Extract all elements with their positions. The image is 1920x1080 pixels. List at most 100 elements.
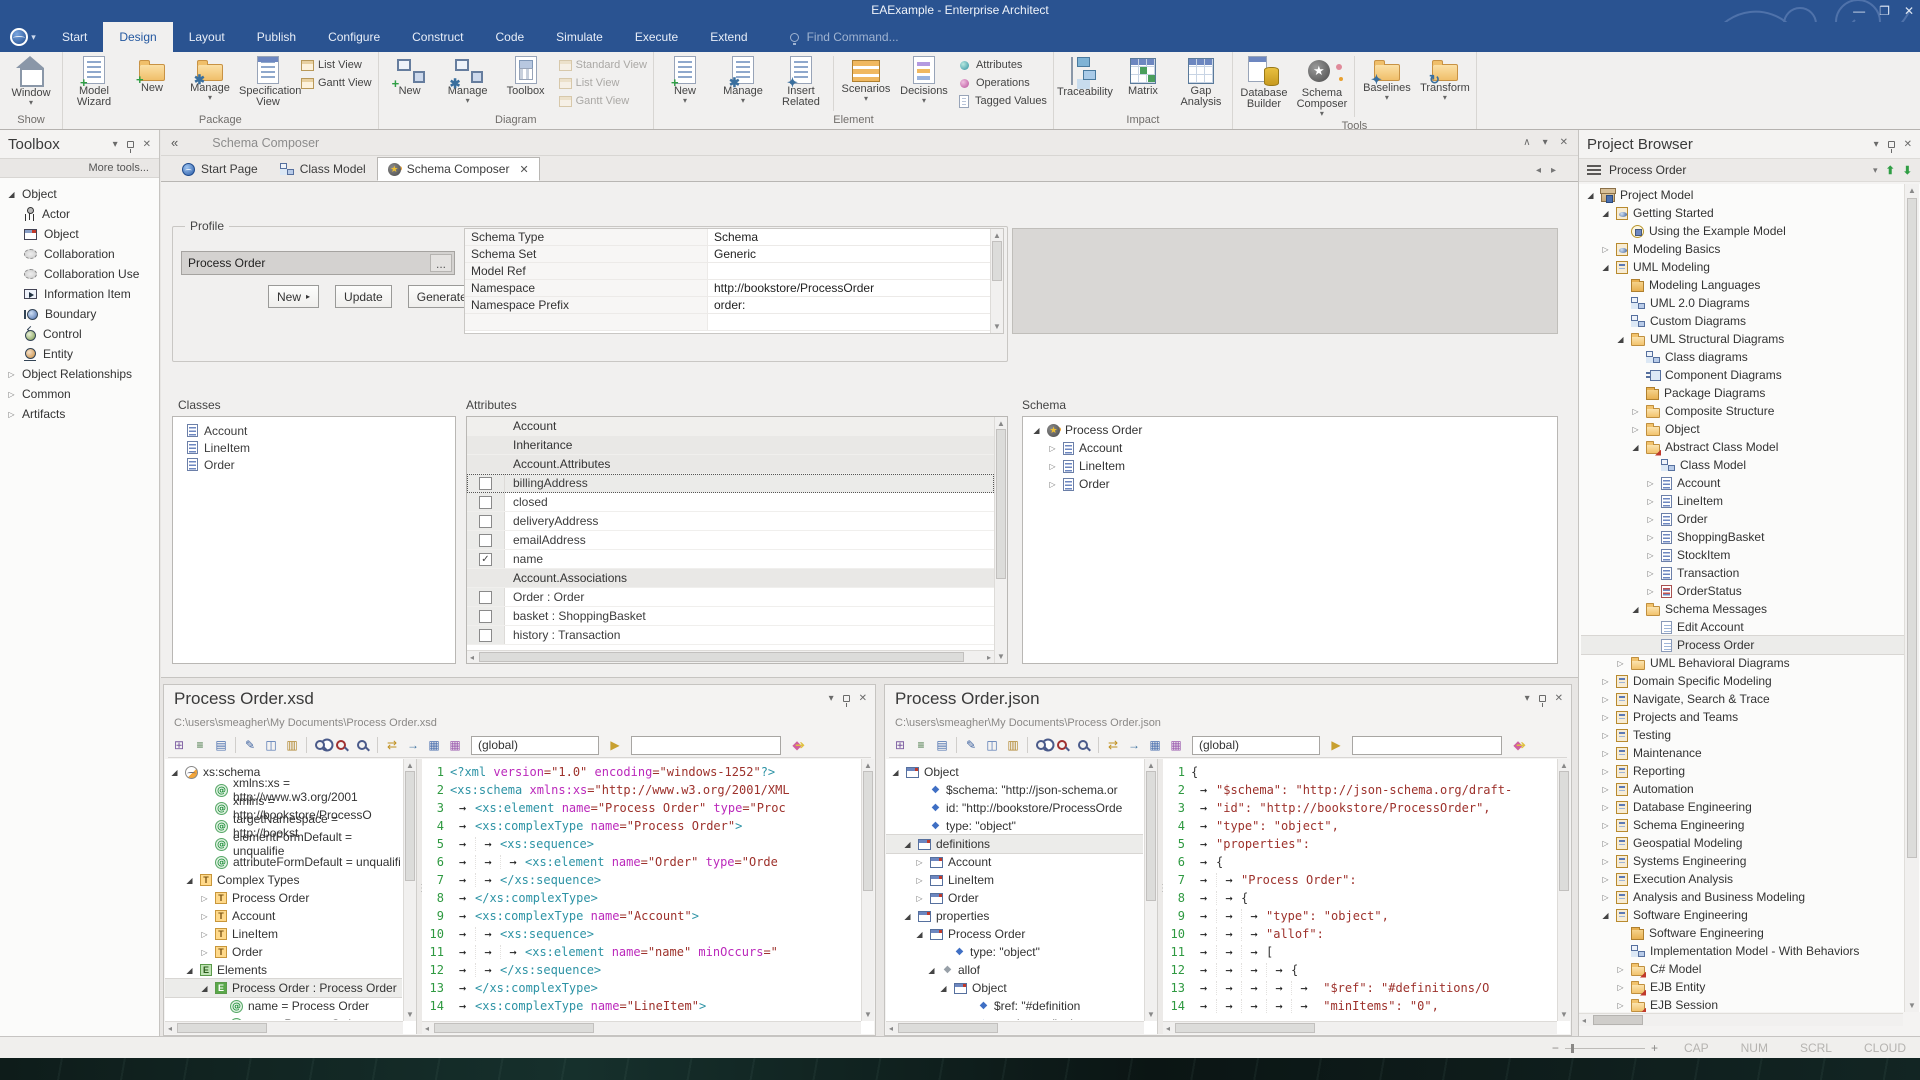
tree-item-account[interactable]: ▷Account (165, 907, 402, 925)
ribbon-tab-layout[interactable]: Layout (173, 22, 241, 52)
tree-item-elements[interactable]: ◢Elements (165, 961, 402, 979)
expand-icon[interactable]: ▷ (1615, 1001, 1626, 1010)
tree-item-geospatial-modeling[interactable]: ▷Geospatial Modeling (1581, 834, 1904, 852)
tree-item-composite-structure[interactable]: ▷Composite Structure (1581, 402, 1904, 420)
panel-menu-icon[interactable]: ▾ (829, 693, 834, 704)
search-icon[interactable] (1075, 737, 1093, 754)
collapse-icon[interactable]: ◢ (902, 840, 913, 849)
tree-item-uml-structural-diagrams[interactable]: ◢UML Structural Diagrams (1581, 330, 1904, 348)
checkbox-checked[interactable]: ✓ (479, 553, 492, 566)
toolbox-item-collaboration[interactable]: Collaboration (0, 244, 159, 264)
tree-item-execution-analysis[interactable]: ▷Execution Analysis (1581, 870, 1904, 888)
ribbon-tab-start[interactable]: Start (46, 22, 103, 52)
attribute-row-closed[interactable]: closed (467, 493, 994, 512)
property-row-empty[interactable] (465, 314, 1003, 331)
find-icon[interactable] (312, 737, 330, 754)
tree-item-process-order[interactable]: ▷Process Order (165, 889, 402, 907)
scroll-up-icon[interactable]: ▲ (991, 231, 1003, 240)
ribbon-tab-simulate[interactable]: Simulate (540, 22, 619, 52)
scroll-down-icon[interactable]: ▼ (1145, 1010, 1157, 1019)
search-icon[interactable] (354, 737, 372, 754)
class-item-lineitem[interactable]: LineItem (173, 439, 455, 456)
tree-item-class-model[interactable]: Class Model (1581, 456, 1904, 474)
toolbox-item-information-item[interactable]: Information Item (0, 284, 159, 304)
collapse-tabs-icon[interactable]: « (171, 135, 178, 150)
tree-item-account[interactable]: ▷Account (886, 853, 1143, 871)
update-button[interactable]: Update (335, 285, 392, 308)
scroll-left-icon[interactable]: ◂ (1582, 1016, 1586, 1025)
tab-class-model[interactable]: Class Model (269, 157, 377, 181)
ribbon-tab-execute[interactable]: Execute (619, 22, 694, 52)
xsd-code-view[interactable]: 1<?xml version="1.0" encoding="windows-1… (422, 759, 874, 1034)
tree-item-software-engineering[interactable]: Software Engineering (1581, 924, 1904, 942)
expand-icon[interactable]: ▷ (1600, 857, 1611, 866)
search-input[interactable] (1352, 736, 1502, 755)
collapse-icon[interactable]: ◢ (1600, 911, 1611, 920)
tree-item-analysis-and-business-modeling[interactable]: ▷Analysis and Business Modeling (1581, 888, 1904, 906)
toolbox-group-common[interactable]: ▷Common (0, 384, 159, 404)
expand-icon[interactable]: ▷ (199, 912, 210, 921)
search-input[interactable] (631, 736, 781, 755)
tree-item-class-diagrams[interactable]: Class diagrams (1581, 348, 1904, 366)
collapse-icon[interactable]: ◢ (184, 966, 195, 975)
code-vscrollbar[interactable]: ▲ ▼ (861, 759, 874, 1021)
grid-icon[interactable]: ▦ (425, 737, 443, 754)
window-button[interactable]: Window▾ (2, 54, 60, 108)
tree-item-database-engineering[interactable]: ▷Database Engineering (1581, 798, 1904, 816)
manage-button[interactable]: ✱Manage▾ (181, 54, 239, 103)
operations-button[interactable]: Operations (957, 75, 1047, 91)
checkbox-unchecked[interactable] (479, 591, 492, 604)
class-item-account[interactable]: Account (173, 422, 455, 439)
pin-icon[interactable] (1888, 141, 1895, 148)
expand-icon[interactable]: ▷ (914, 894, 925, 903)
export-document-icon[interactable]: ▤ (212, 737, 230, 754)
ribbon-tab-code[interactable]: Code (479, 22, 540, 52)
navigate-up-icon[interactable]: ⬆ (1886, 164, 1895, 177)
expand-icon[interactable]: ▷ (6, 370, 17, 379)
property-row-namespace-prefix[interactable]: Namespace Prefixorder: (465, 297, 1003, 314)
tree-item-uml-modeling[interactable]: ◢UML Modeling (1581, 258, 1904, 276)
goto-icon[interactable]: → (1125, 737, 1143, 754)
tree-item-implementation-model-with-behaviors[interactable]: Implementation Model - With Behaviors (1581, 942, 1904, 960)
expand-icon[interactable]: ▷ (1600, 839, 1611, 848)
numbered-list-icon[interactable]: ≡ (912, 737, 930, 754)
scroll-left-icon[interactable]: ◂ (168, 1024, 172, 1033)
collapse-icon[interactable]: ◢ (1585, 191, 1596, 200)
tree-item-type-object[interactable]: type: "object" (886, 943, 1143, 961)
panel-menu-icon[interactable]: ▾ (1543, 137, 1548, 148)
code-hscrollbar[interactable]: ◂ (422, 1021, 861, 1034)
collapse-icon[interactable]: ◢ (1630, 443, 1641, 452)
tree-item-elementformdefault-unqualifie[interactable]: elementFormDefault = unqualifie (165, 835, 402, 853)
ribbon-tab-configure[interactable]: Configure (312, 22, 396, 52)
scroll-up-icon[interactable]: ▲ (1905, 186, 1919, 195)
maximize-button[interactable]: ❐ (1879, 4, 1890, 18)
close-tab-icon[interactable]: ✕ (519, 163, 528, 176)
property-grid-scrollbar[interactable]: ▲ ▼ (990, 229, 1003, 333)
find-icon[interactable] (1033, 737, 1051, 754)
new-button[interactable]: +New (381, 54, 439, 98)
pin-icon[interactable] (1539, 695, 1546, 702)
tree-item-object[interactable]: ◢Object (886, 763, 1143, 781)
toolbox-button[interactable]: Toolbox (497, 54, 555, 98)
tree-item-properties[interactable]: ◢properties (886, 907, 1143, 925)
tree-item-transaction[interactable]: ▷Transaction (1581, 564, 1904, 582)
tree-item-schema-http-json-schema-or[interactable]: $schema: "http://json-schema.or (886, 781, 1143, 799)
tree-item-schema-engineering[interactable]: ▷Schema Engineering (1581, 816, 1904, 834)
tree-item-package-diagrams[interactable]: Package Diagrams (1581, 384, 1904, 402)
attribute-row-emailaddress[interactable]: emailAddress (467, 531, 994, 550)
tree-item-type-object[interactable]: type: "object" (886, 817, 1143, 835)
find-in-files-icon[interactable] (333, 737, 351, 754)
tree-item-uml-behavioral-diagrams[interactable]: ▷UML Behavioral Diagrams (1581, 654, 1904, 672)
class-item-order[interactable]: Order (173, 456, 455, 473)
expand-icon[interactable]: ▷ (1645, 569, 1656, 578)
root-selector[interactable]: Process Order (1609, 163, 1865, 177)
expand-icon[interactable]: ▷ (1600, 767, 1611, 776)
toolbox-group-object-relationships[interactable]: ▷Object Relationships (0, 364, 159, 384)
expand-icon[interactable]: ▷ (1645, 479, 1656, 488)
tree-item-lineitem[interactable]: ▷LineItem (165, 925, 402, 943)
tree-item-automation[interactable]: ▷Automation (1581, 780, 1904, 798)
export-document-icon[interactable]: ▤ (933, 737, 951, 754)
attributes-hscrollbar[interactable]: ◂ ▸ (467, 650, 994, 663)
paste-icon[interactable]: ▥ (283, 737, 301, 754)
expand-icon[interactable]: ▷ (1600, 677, 1611, 686)
